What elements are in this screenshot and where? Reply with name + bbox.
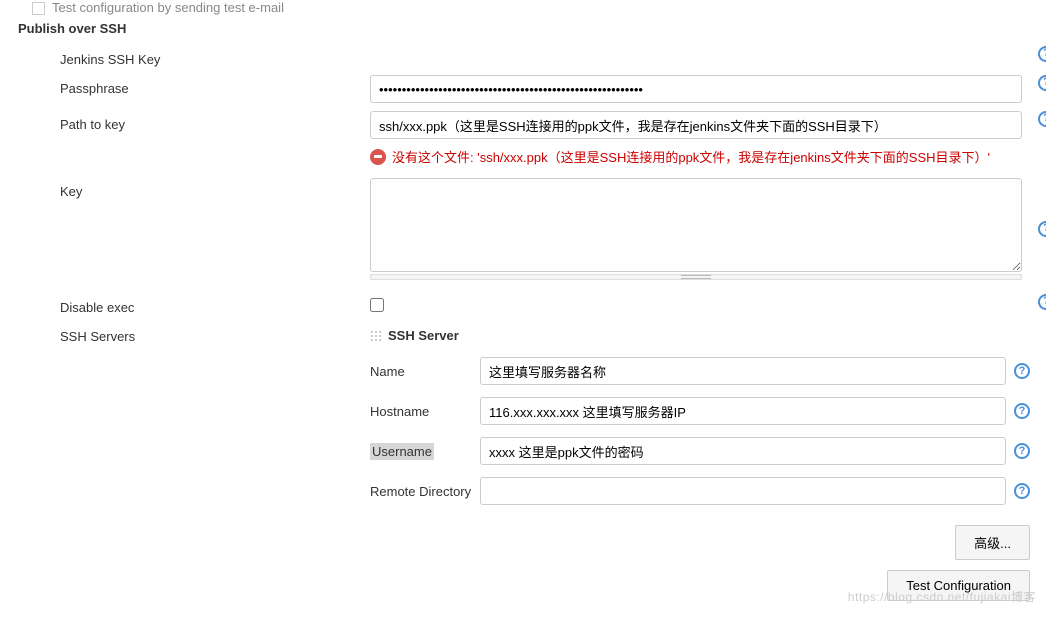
server-remote-dir-input[interactable] bbox=[480, 477, 1006, 505]
advanced-button[interactable]: 高级... bbox=[955, 525, 1030, 560]
jenkins-ssh-key-heading: Jenkins SSH Key bbox=[30, 46, 370, 67]
server-remote-dir-label: Remote Directory bbox=[370, 484, 480, 499]
help-icon[interactable] bbox=[1038, 111, 1046, 127]
key-label: Key bbox=[30, 178, 370, 199]
path-to-key-input[interactable] bbox=[370, 111, 1022, 139]
test-email-checkbox[interactable] bbox=[32, 2, 45, 15]
help-icon[interactable] bbox=[1038, 46, 1046, 62]
help-icon[interactable]: ? bbox=[1014, 403, 1030, 419]
passphrase-label: Passphrase bbox=[30, 75, 370, 96]
server-name-label: Name bbox=[370, 364, 480, 379]
server-username-input[interactable] bbox=[480, 437, 1006, 465]
help-icon[interactable] bbox=[1038, 294, 1046, 310]
help-icon[interactable]: ? bbox=[1014, 483, 1030, 499]
error-icon bbox=[370, 149, 386, 165]
disable-exec-label: Disable exec bbox=[30, 294, 370, 315]
help-icon[interactable] bbox=[1038, 75, 1046, 91]
drag-handle-icon[interactable] bbox=[370, 330, 382, 342]
ssh-servers-label: SSH Servers bbox=[30, 323, 370, 344]
passphrase-input[interactable] bbox=[370, 75, 1022, 103]
disable-exec-checkbox[interactable] bbox=[370, 298, 384, 312]
key-textarea[interactable] bbox=[370, 178, 1022, 272]
resize-handle[interactable] bbox=[370, 274, 1022, 280]
path-to-key-label: Path to key bbox=[30, 111, 370, 132]
server-name-input[interactable] bbox=[480, 357, 1006, 385]
help-icon[interactable] bbox=[1038, 221, 1046, 237]
section-publish-over-ssh: Publish over SSH bbox=[0, 15, 1046, 42]
server-hostname-input[interactable] bbox=[480, 397, 1006, 425]
ssh-server-block-title: SSH Server bbox=[370, 326, 1030, 351]
help-icon[interactable]: ? bbox=[1014, 443, 1030, 459]
error-text: 没有这个文件: 'ssh/xxx.ppk（这里是SSH连接用的ppk文件，我是存… bbox=[392, 147, 990, 166]
server-username-label: Username bbox=[370, 444, 480, 459]
help-icon[interactable]: ? bbox=[1014, 363, 1030, 379]
server-hostname-label: Hostname bbox=[370, 404, 480, 419]
test-email-label: Test configuration by sending test e-mai… bbox=[0, 0, 1046, 15]
test-configuration-button[interactable]: Test Configuration bbox=[887, 570, 1030, 601]
path-error-row: 没有这个文件: 'ssh/xxx.ppk（这里是SSH连接用的ppk文件，我是存… bbox=[0, 143, 1046, 174]
